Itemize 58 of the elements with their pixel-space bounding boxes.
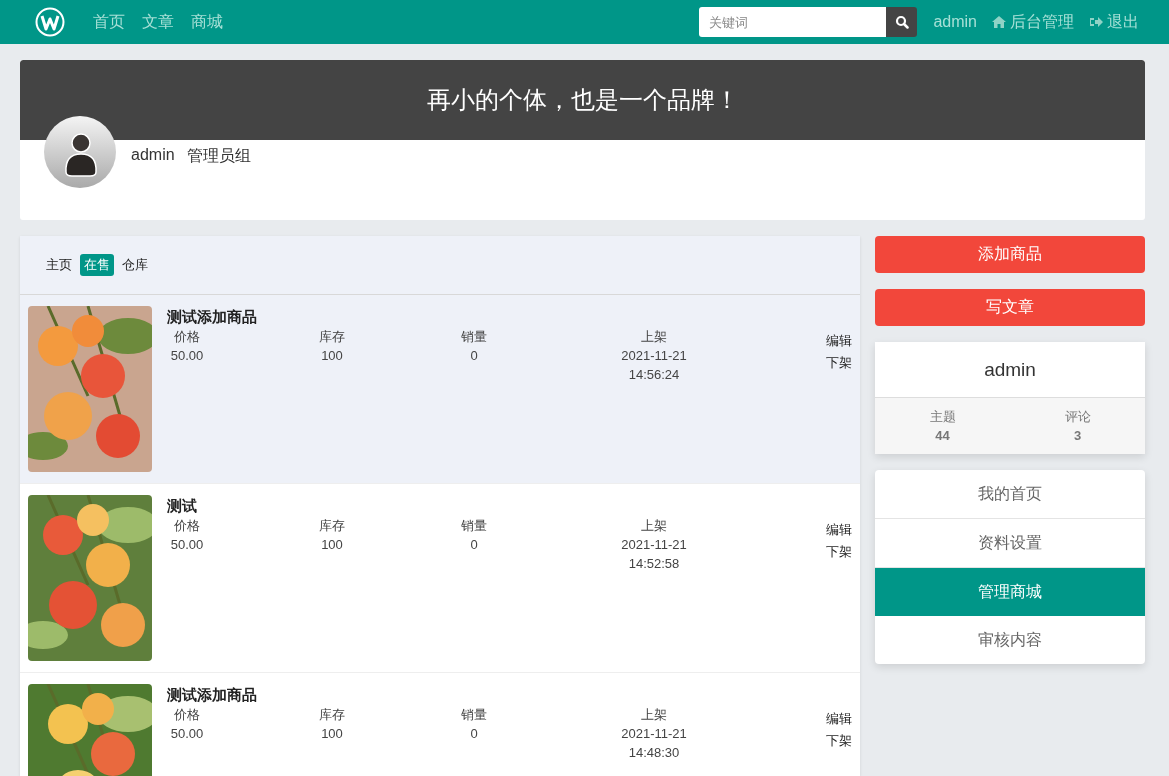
field-label: 库存 (319, 517, 345, 535)
search-field[interactable]: 关键词 (699, 7, 887, 37)
menu-item[interactable]: 审核内容 (875, 616, 1145, 664)
date-value: 2021-11-21 (621, 725, 687, 743)
username: admin (131, 146, 175, 164)
date-value: 2021-11-21 (621, 347, 687, 365)
field-value: 100 (321, 536, 343, 554)
time-value: 14:52:58 (628, 555, 680, 573)
field-label: 价格 (174, 517, 200, 535)
date-value: 2021-11-21 (621, 536, 687, 554)
action-link[interactable]: 编辑 (826, 521, 852, 539)
action-link[interactable]: 下架 (826, 543, 852, 561)
logo-icon[interactable] (35, 7, 65, 37)
product-title[interactable]: 测试 (167, 497, 826, 516)
slogan: 再小的个体，也是一个品牌！ (426, 85, 739, 115)
action-button[interactable]: 写文章 (875, 289, 1145, 326)
field-value: 50.00 (170, 725, 204, 743)
action-link[interactable]: 编辑 (826, 710, 852, 728)
home-icon (992, 16, 1006, 28)
tab[interactable]: 主页 (42, 254, 76, 276)
field-value: 0 (470, 347, 478, 365)
field-label: 价格 (174, 706, 200, 724)
user-group: 管理员组 (186, 146, 251, 167)
stat-value: 3 (1073, 427, 1082, 445)
time-value: 14:56:24 (628, 366, 680, 384)
field-label: 价格 (174, 328, 200, 346)
stat-value: 44 (935, 427, 950, 445)
search-button[interactable] (886, 7, 918, 37)
stat-label: 评论 (1064, 408, 1091, 426)
logout-icon (1089, 16, 1103, 28)
action-link[interactable]: 下架 (826, 732, 852, 750)
field-label: 销量 (461, 706, 487, 724)
menu-item[interactable]: 我的首页 (875, 470, 1145, 519)
product-title[interactable]: 测试添加商品 (167, 686, 826, 705)
field-value: 50.00 (170, 347, 204, 365)
field-label: 库存 (319, 706, 345, 724)
field-value: 0 (470, 536, 478, 554)
action-button[interactable]: 添加商品 (875, 236, 1145, 273)
tab[interactable]: 仓库 (118, 254, 152, 276)
search-icon (894, 15, 909, 29)
field-value: 100 (321, 725, 343, 743)
field-value: 100 (321, 347, 343, 365)
field-value: 50.00 (170, 536, 204, 554)
menu-item[interactable]: 管理商城 (875, 568, 1145, 616)
field-label: 销量 (461, 328, 487, 346)
field-label: 上架 (641, 517, 667, 535)
action-link[interactable]: 编辑 (826, 332, 852, 350)
time-value: 14:48:30 (628, 744, 680, 762)
field-label: 上架 (641, 706, 667, 724)
tab[interactable]: 在售 (80, 254, 114, 276)
field-label: 库存 (319, 328, 345, 346)
field-label: 上架 (641, 328, 667, 346)
product-title[interactable]: 测试添加商品 (167, 308, 826, 327)
field-value: 0 (470, 725, 478, 743)
action-link[interactable]: 下架 (826, 354, 852, 372)
avatar-icon (44, 116, 116, 188)
field-label: 销量 (461, 517, 487, 535)
stat-label: 主题 (929, 408, 956, 426)
